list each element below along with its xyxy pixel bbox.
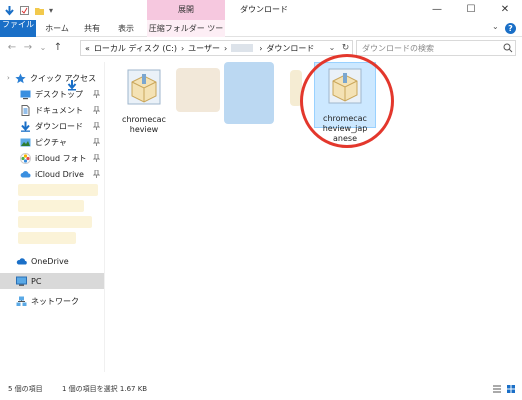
file-item-chromecacheview[interactable]: chromecac heview — [112, 66, 176, 135]
forward-button[interactable]: → — [22, 41, 34, 55]
expand-ribbon-icon[interactable]: ⌄ — [492, 22, 499, 31]
icloud-photos-icon — [20, 152, 31, 164]
quick-access-toolbar: ▾ — [4, 3, 53, 17]
tab-view[interactable]: 表示 — [112, 20, 140, 37]
redacted-folder-item[interactable] — [18, 184, 98, 196]
sidebar-item-onedrive[interactable]: OneDrive — [0, 253, 104, 269]
sidebar-item-quick-access[interactable]: › クイック アクセス — [0, 70, 104, 86]
item-count: 5 個の項目 — [8, 385, 43, 393]
close-button[interactable]: ✕ — [488, 0, 522, 20]
network-icon — [16, 296, 27, 306]
selection-info: 1 個の項目を選択 1.67 KB — [62, 385, 148, 393]
back-button[interactable]: ← — [6, 41, 18, 55]
title-bar: ▾ 展開 ダウンロード — ☐ ✕ — [0, 0, 522, 20]
pictures-icon — [20, 138, 31, 146]
search-icon — [503, 43, 513, 53]
address-dropdown-button[interactable]: ⌄ — [327, 41, 337, 55]
breadcrumb-separator[interactable]: › — [259, 44, 262, 53]
sidebar-item-pictures[interactable]: ピクチャ — [0, 134, 104, 150]
search-input[interactable] — [356, 40, 516, 56]
help-icon[interactable]: ? — [505, 23, 516, 34]
pin-icon[interactable] — [93, 138, 100, 146]
file-name: chromecac heview — [122, 115, 166, 134]
zip-folder-icon — [127, 69, 161, 105]
tool-tab-extract[interactable]: 展開 — [147, 0, 225, 20]
minimize-button[interactable]: — — [420, 0, 454, 20]
properties-icon[interactable] — [19, 5, 30, 16]
window-title: ダウンロード — [240, 5, 288, 14]
sidebar-item-downloads[interactable]: ダウンロード — [0, 118, 104, 134]
redacted-folder-item[interactable] — [18, 216, 92, 228]
customize-qat-icon[interactable]: ▾ — [49, 6, 53, 15]
redacted-file-item[interactable] — [224, 62, 274, 124]
pin-icon[interactable] — [93, 106, 100, 114]
breadcrumb-local-disk[interactable]: ローカル ディスク (C:) — [94, 43, 177, 54]
pin-icon[interactable] — [93, 90, 100, 98]
download-icon — [21, 121, 30, 132]
desktop-icon — [20, 90, 31, 99]
sidebar-item-icloud-photos[interactable]: iCloud フォト — [0, 150, 104, 166]
recent-locations-button[interactable]: ⌄ — [38, 41, 48, 55]
address-bar[interactable]: « ローカル ディスク (C:) › ユーザー › › ダウンロード — [80, 40, 353, 56]
ribbon: ファイル ホーム 共有 表示 圧縮フォルダー ツール ⌄ ? — [0, 20, 522, 50]
refresh-button[interactable]: ↻ — [339, 41, 352, 55]
file-list[interactable]: chromecac heview chromecac heview_jap an… — [108, 54, 518, 372]
breadcrumb-username-redacted[interactable] — [231, 44, 254, 52]
star-icon — [15, 73, 26, 83]
sidebar-item-documents[interactable]: ドキュメント — [0, 102, 104, 118]
pin-icon[interactable] — [93, 154, 100, 162]
pc-icon — [16, 276, 27, 286]
up-button[interactable]: ↑ — [52, 41, 64, 55]
highlight-ring — [300, 54, 394, 148]
details-view-icon[interactable] — [492, 384, 502, 394]
collapse-icon[interactable]: › — [7, 74, 15, 82]
redacted-file-item[interactable] — [176, 68, 220, 112]
tab-file[interactable]: ファイル — [0, 20, 36, 37]
down-arrow-icon[interactable] — [4, 5, 15, 16]
tab-home[interactable]: ホーム — [40, 20, 74, 37]
sidebar-item-network[interactable]: ネットワーク — [0, 293, 104, 309]
redacted-folder-item[interactable] — [18, 200, 84, 212]
sidebar-item-icloud-drive[interactable]: iCloud Drive — [0, 166, 104, 182]
maximize-button[interactable]: ☐ — [454, 0, 488, 20]
onedrive-icon — [16, 257, 27, 264]
tab-compressed-folder-tools[interactable]: 圧縮フォルダー ツール — [147, 20, 225, 50]
redacted-folder-item[interactable] — [18, 232, 76, 244]
tab-share[interactable]: 共有 — [78, 20, 106, 37]
breadcrumb-downloads[interactable]: ダウンロード — [266, 43, 314, 54]
sidebar-item-pc[interactable]: PC — [0, 273, 104, 289]
document-icon — [21, 104, 30, 116]
navigation-pane: › クイック アクセス デスクトップ ドキュメント ダウンロード ピクチャ iC… — [0, 62, 104, 372]
status-bar: 5 個の項目 1 個の項目を選択 1.67 KB — [0, 378, 522, 400]
navigation-bar: ← → ⌄ ↑ « ローカル ディスク (C:) › ユーザー › › ダウンロ… — [0, 37, 522, 91]
breadcrumb-overflow[interactable]: « — [85, 44, 90, 53]
sidebar-item-desktop[interactable]: デスクトップ — [0, 86, 104, 102]
breadcrumb-separator[interactable]: › — [181, 44, 184, 53]
pin-icon[interactable] — [93, 170, 100, 178]
new-folder-icon[interactable] — [34, 5, 45, 16]
breadcrumb-separator[interactable]: › — [224, 44, 227, 53]
breadcrumb-users[interactable]: ユーザー — [188, 43, 220, 54]
pin-icon[interactable] — [93, 122, 100, 130]
large-icons-view-icon[interactable] — [506, 384, 516, 394]
icloud-drive-icon — [20, 170, 31, 178]
pane-divider[interactable] — [104, 62, 105, 372]
